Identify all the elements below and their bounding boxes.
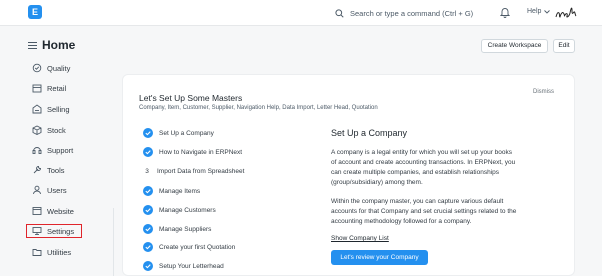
settings-highlight-box [26,224,82,238]
check-circle-icon [143,205,153,215]
navbar: E Search or type a command (Ctrl + G) He… [0,0,602,26]
sidebar[interactable]: Quality Retail Selling Stock Support Too… [26,62,116,276]
users-icon [33,185,41,195]
step-number: 3 [145,167,149,175]
onboarding-subtitle: Company, Item, Customer, Supplier, Navig… [139,105,378,111]
user-avatar[interactable] [555,3,577,23]
chevron-down-icon[interactable] [544,10,550,14]
sidebar-item-label: Tools [47,165,65,175]
sidebar-item-quality[interactable]: Quality [32,62,70,75]
onboarding-step[interactable]: How to Navigate in ERPNext [143,146,242,158]
onboarding-step[interactable]: Set Up a Company [143,127,214,139]
step-label: Import Data from Spreadsheet [157,167,245,175]
notification-bell-icon[interactable] [500,7,510,18]
onboarding-step[interactable]: Manage Items [143,185,200,197]
step-label: Manage Items [159,187,201,195]
create-workspace-button[interactable]: Create Workspace [481,39,548,53]
sidebar-item-label: Utilities [47,247,72,257]
search-bar[interactable]: Search or type a command (Ctrl + G) [335,6,473,20]
sidebar-item-selling[interactable]: Selling [32,102,70,116]
onboarding-title: Let's Set Up Some Masters [139,93,243,103]
onboarding-step[interactable]: Manage Suppliers [143,223,211,235]
onboarding-step[interactable]: Create your first Quotation [143,241,235,253]
sidebar-item-label: Support [47,145,74,155]
retail-icon [32,84,42,93]
sidebar-item-utilities[interactable]: Utilities [32,245,71,259]
step-label: Create your first Quotation [159,243,236,251]
sidebar-item-support[interactable]: Support [32,143,73,157]
stock-icon [32,125,42,135]
page-title: Home [42,38,76,52]
sidebar-item-users[interactable]: Users [32,183,67,197]
sidebar-item-label: Website [47,206,74,216]
utilities-icon [32,249,42,256]
page-header: Home Create Workspace Edit [0,26,602,62]
show-company-list-link[interactable]: Show Company List [331,235,389,242]
step-label: How to Navigate in ERPNext [159,148,243,156]
website-icon [32,207,42,215]
edit-button[interactable]: Edit [553,39,575,53]
onboarding-step[interactable]: 3 Import Data from Spreadsheet [143,165,244,177]
step-detail-text: (group/subsidiary) among them. [331,179,423,186]
onboarding-step[interactable]: Setup Your Letterhead [143,260,224,272]
dismiss-button[interactable]: Dismiss [533,89,554,95]
check-circle-icon [143,147,153,157]
check-circle-icon [143,224,153,234]
check-circle-icon [143,261,153,271]
step-detail-title: Set Up a Company [331,128,408,138]
search-placeholder[interactable]: Search or type a command (Ctrl + G) [350,9,473,18]
step-label: Setup Your Letterhead [159,262,224,270]
help-menu[interactable]: Help [527,8,541,15]
step-detail-text: of account and create accounting transac… [331,159,516,166]
onboarding-step[interactable]: Manage Customers [143,204,216,216]
step-label: Manage Customers [159,206,216,214]
step-detail-text: can create multiple companies, and estab… [331,169,500,176]
check-circle-icon [143,186,153,196]
step-label: Manage Suppliers [159,225,212,233]
user-signature-icon [555,7,577,18]
step-label: Set Up a Company [159,129,214,137]
support-icon [32,147,42,154]
tools-icon [33,166,41,174]
sidebar-item-label: Selling [47,104,70,114]
step-detail-text: A company is a legal entity for which yo… [331,149,513,156]
sidebar-item-retail[interactable]: Retail [32,81,66,95]
sidebar-item-stock[interactable]: Stock [32,123,66,137]
hamburger-menu-icon[interactable] [28,42,37,49]
sidebar-item-label: Retail [47,83,67,93]
sidebar-item-website[interactable]: Website [32,204,74,218]
step-detail-text: accounts for that Company and set crucia… [331,208,517,215]
check-circle-icon [143,128,153,138]
app-logo[interactable]: E [28,5,42,19]
sidebar-item-tools[interactable]: Tools [32,163,65,177]
step-detail-text: accounting methodology followed for a co… [331,218,472,225]
step-detail-text: Within the company master, you can captu… [331,198,504,205]
search-icon [335,8,344,18]
selling-icon [32,104,42,114]
onboarding-card: Let's Set Up Some Masters Company, Item,… [122,74,575,276]
quality-icon [32,63,42,73]
review-company-button[interactable]: Let's review your Company [331,250,428,265]
sidebar-item-label: Users [47,185,67,195]
sidebar-item-label: Quality [47,63,71,73]
check-circle-icon [143,242,153,252]
sidebar-item-label: Stock [47,125,66,135]
sidebar-divider [113,208,114,276]
